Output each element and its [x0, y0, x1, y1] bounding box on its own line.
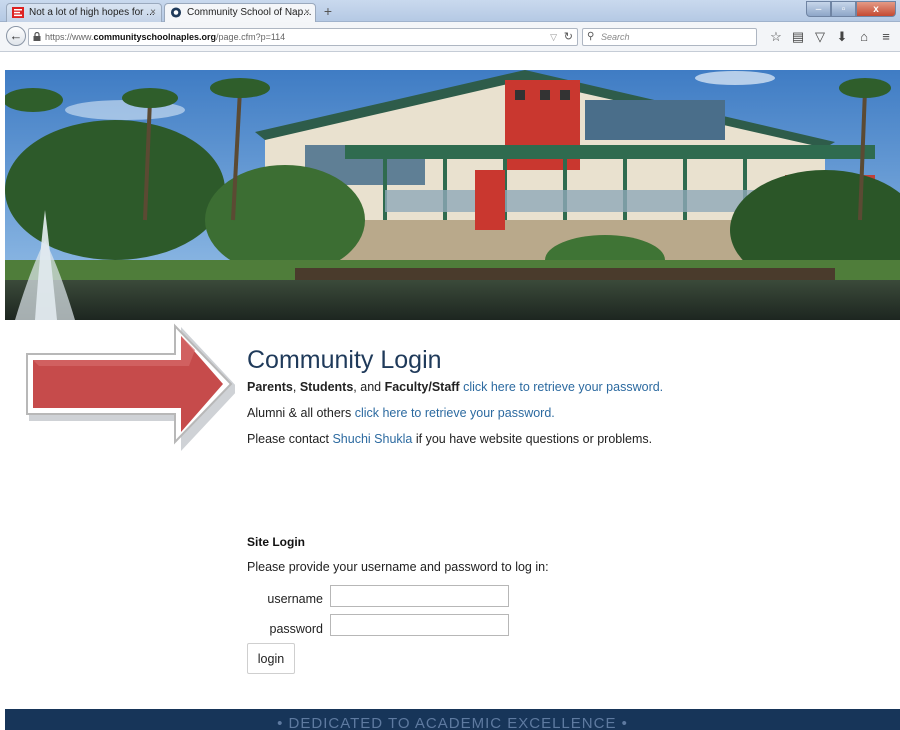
separator-text: , and: [353, 380, 385, 394]
retrieve-password-link-staff[interactable]: click here to retrieve your password.: [463, 380, 663, 394]
tab-espn[interactable]: Not a lot of high hopes for ... ×: [6, 3, 162, 22]
maximize-button[interactable]: ▫: [831, 1, 856, 17]
school-favicon-icon: [170, 7, 182, 18]
tab-title: Not a lot of high hopes for ...: [29, 7, 155, 18]
url-dropdown-icon[interactable]: ▽: [550, 29, 557, 45]
browser-titlebar: Not a lot of high hopes for ... × Commun…: [0, 0, 900, 22]
password-field[interactable]: [330, 614, 509, 636]
faculty-label: Faculty/Staff: [384, 380, 460, 394]
search-placeholder: Search: [601, 32, 630, 42]
lock-icon: [33, 32, 41, 41]
contact-prefix: Please contact: [247, 432, 333, 446]
search-icon: ⚲: [587, 31, 595, 42]
retrieve-password-link-alumni[interactable]: click here to retrieve your password.: [355, 406, 555, 420]
url-bar[interactable]: https://www.communityschoolnaples.org/pa…: [28, 28, 578, 46]
tab-community-school[interactable]: Community School of Nap... ×: [164, 3, 316, 22]
campus-hero-image: [5, 70, 900, 320]
url-prefix: https://www.: [45, 32, 94, 42]
contact-line: Please contact Shuchi Shukla if you have…: [247, 432, 652, 446]
separator-text: ,: [292, 380, 300, 394]
red-arrow-graphic: [26, 323, 235, 451]
contact-link[interactable]: Shuchi Shukla: [332, 432, 412, 446]
star-icon[interactable]: ☆: [765, 28, 787, 46]
parents-label: Parents: [247, 380, 293, 394]
username-field[interactable]: [330, 585, 509, 607]
close-icon[interactable]: ×: [150, 4, 156, 21]
staff-password-line: Parents, Students, and Faculty/Staff cli…: [247, 380, 663, 394]
pocket-icon[interactable]: ▽: [809, 28, 831, 46]
footer-tagline: • DEDICATED TO ACADEMIC EXCELLENCE •: [277, 715, 628, 730]
home-icon[interactable]: ⌂: [853, 28, 875, 46]
username-label: username: [267, 592, 323, 606]
site-login-heading: Site Login: [247, 535, 305, 549]
close-window-button[interactable]: x: [856, 1, 896, 17]
espn-favicon-icon: [12, 7, 24, 18]
toolbar-icons: ☆ ▤ ▽ ⬇ ⌂ ≡: [765, 28, 897, 46]
students-label: Students: [299, 380, 354, 394]
window-controls: – ▫ x: [806, 1, 896, 17]
url-host: communityschoolnaples.org: [93, 32, 217, 42]
search-bar[interactable]: ⚲ Search: [582, 28, 757, 46]
url-path: /page.cfm?p=114: [216, 32, 286, 42]
footer-banner: • DEDICATED TO ACADEMIC EXCELLENCE •: [5, 709, 900, 730]
login-button[interactable]: login: [247, 643, 295, 674]
password-label: password: [269, 622, 324, 636]
close-icon[interactable]: ×: [304, 4, 310, 21]
alumni-label: Alumni & all others: [247, 406, 355, 420]
back-button[interactable]: ←: [6, 26, 26, 46]
browser-navbar: ← https://www.communityschoolnaples.org/…: [0, 22, 900, 52]
contact-suffix: if you have website questions or problem…: [412, 432, 653, 446]
download-icon[interactable]: ⬇: [831, 28, 853, 46]
reload-icon[interactable]: ↻: [564, 29, 573, 45]
page-title: Community Login: [247, 346, 442, 374]
alumni-password-line: Alumni & all others click here to retrie…: [247, 406, 555, 420]
tab-title: Community School of Nap...: [187, 7, 312, 18]
back-arrow-icon: ←: [9, 28, 23, 43]
minimize-button[interactable]: –: [806, 1, 831, 17]
menu-icon[interactable]: ≡: [875, 28, 897, 46]
new-tab-button[interactable]: +: [320, 3, 336, 19]
login-instructions: Please provide your username and passwor…: [247, 560, 549, 574]
reading-list-icon[interactable]: ▤: [787, 28, 809, 46]
